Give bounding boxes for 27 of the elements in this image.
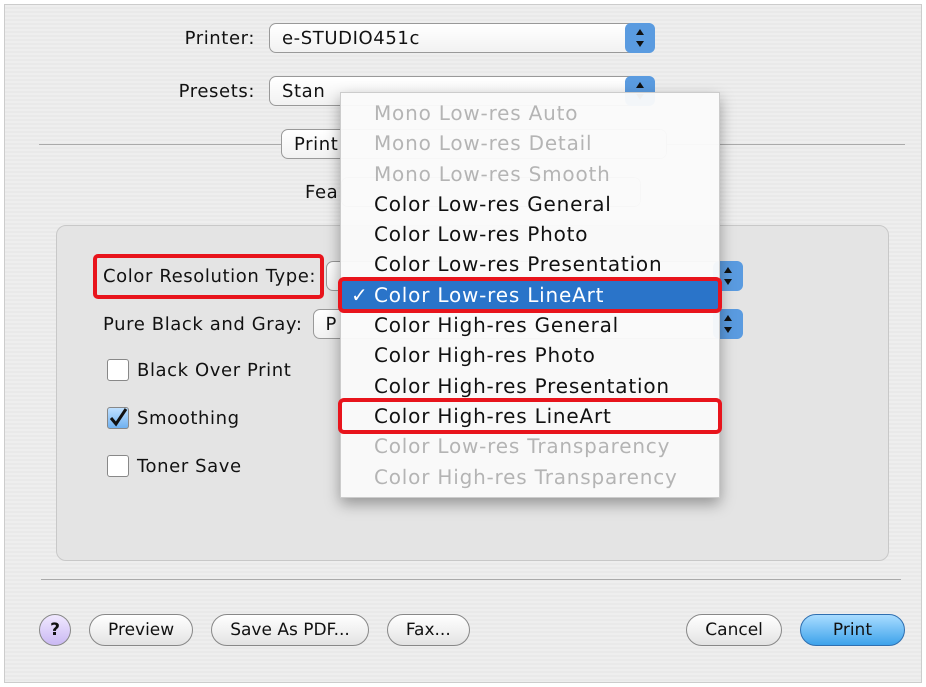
checkbox[interactable] bbox=[107, 407, 129, 429]
presets-label: Presets: bbox=[178, 80, 256, 102]
printer-label: Printer: bbox=[184, 28, 256, 48]
checkbox[interactable] bbox=[107, 455, 129, 477]
dialog-button[interactable]: Fax... bbox=[386, 614, 470, 646]
printer-popup[interactable]: e-STUDIO451c bbox=[269, 23, 655, 53]
menu-item[interactable]: Color High-res General bbox=[341, 310, 719, 340]
checkbox[interactable] bbox=[107, 359, 129, 381]
menu-item[interactable]: Color Low-res Photo bbox=[341, 219, 719, 250]
checkbox-label: Smoothing bbox=[137, 408, 240, 428]
menu-item[interactable]: Color High-res Presentation bbox=[341, 370, 719, 401]
menu-item[interactable]: Color High-res LineArt bbox=[341, 400, 719, 432]
checkbox-label: Black Over Print bbox=[137, 360, 292, 380]
menu-item[interactable]: Color High-res Photo bbox=[341, 340, 719, 371]
setting-label: Pure Black and Gray: bbox=[102, 312, 304, 336]
print-button[interactable]: Print bbox=[800, 614, 905, 646]
dialog-button[interactable]: Save As PDF... bbox=[211, 614, 369, 646]
menu-item[interactable]: Color Low-res Presentation bbox=[341, 249, 719, 280]
menu-item[interactable]: ✓ Color Low-res LineArt bbox=[341, 280, 719, 310]
stepper-arrows-icon bbox=[625, 23, 655, 53]
menu-item[interactable]: Color Low-res General bbox=[341, 188, 719, 220]
feature-set-label: Fea bbox=[305, 182, 340, 202]
setting-label: Color Resolution Type: bbox=[93, 254, 324, 298]
checkbox-label: Toner Save bbox=[137, 456, 242, 476]
help-button[interactable]: ? bbox=[39, 614, 71, 646]
dialog-button[interactable]: Preview bbox=[89, 614, 194, 646]
dialog-button[interactable]: Cancel bbox=[686, 614, 782, 646]
